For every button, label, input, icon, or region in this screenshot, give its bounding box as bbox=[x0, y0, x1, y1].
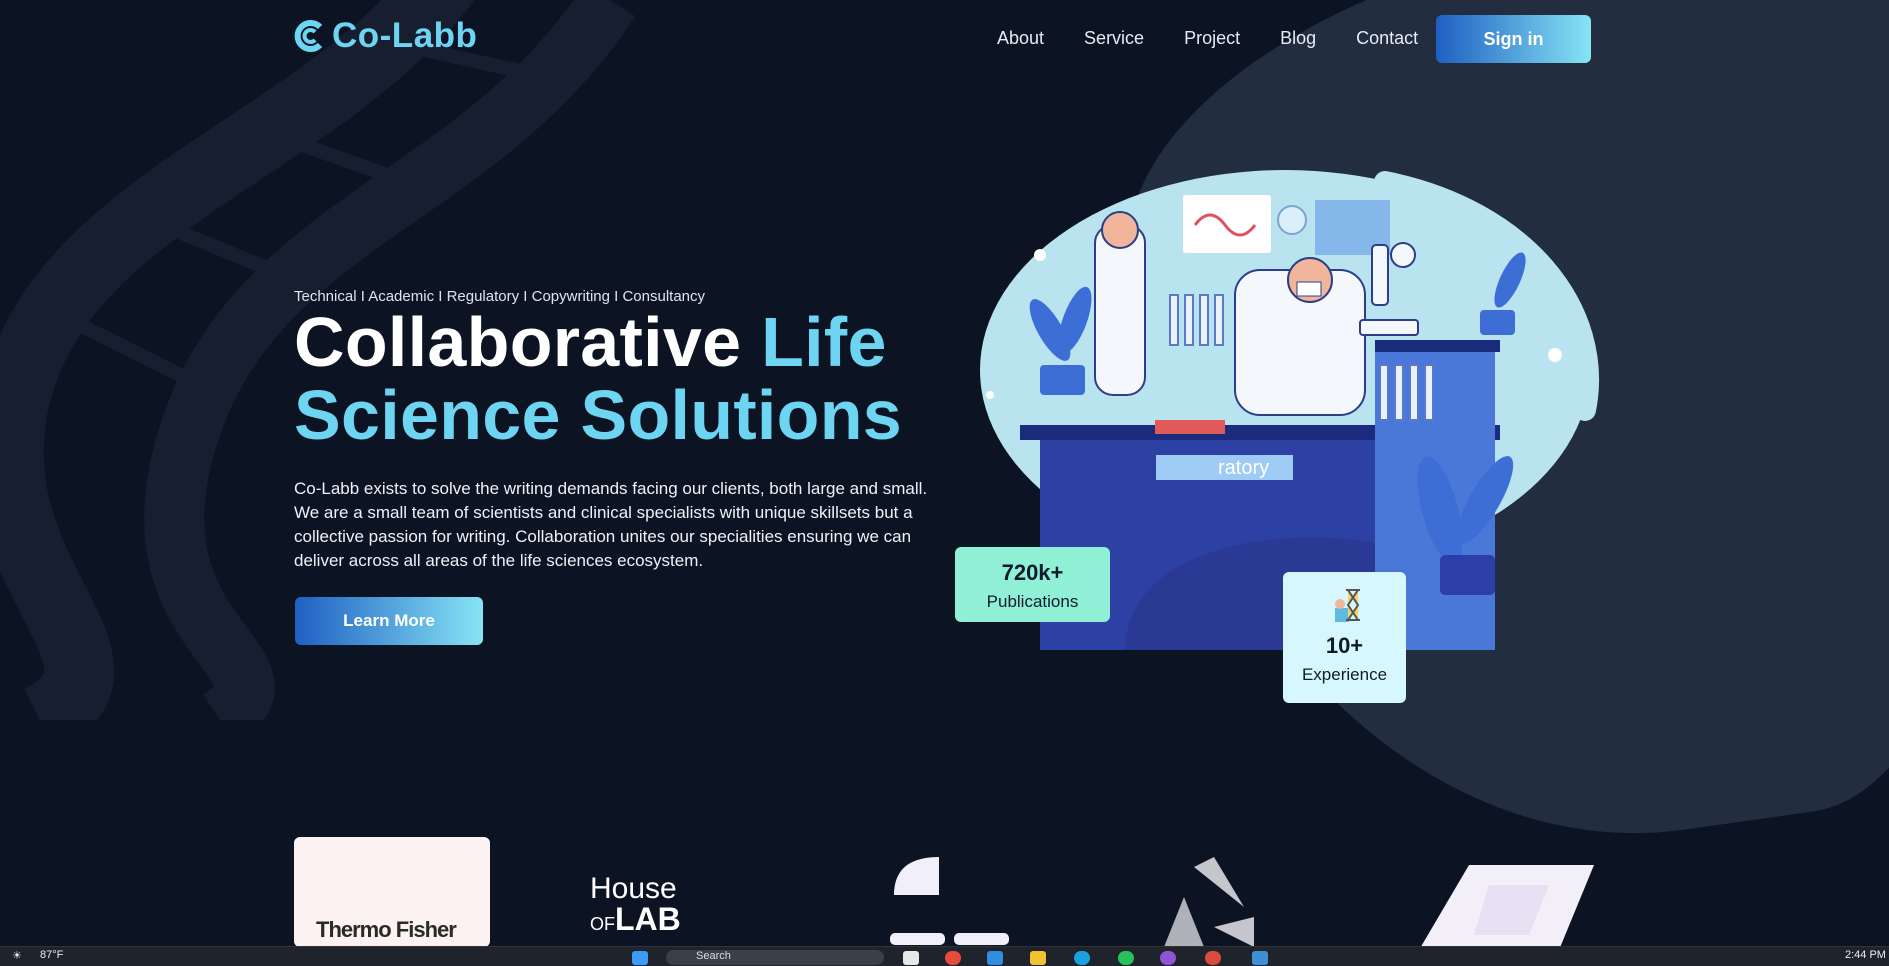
hero-headline: Collaborative Life Science Solutions bbox=[294, 306, 902, 452]
stat-experience-value: 10+ bbox=[1325, 633, 1364, 658]
brand-logo[interactable]: Co-Labb bbox=[294, 16, 477, 56]
nav-contact[interactable]: Contact bbox=[1356, 28, 1418, 49]
brand-name: Co-Labb bbox=[332, 16, 478, 55]
top-navigation: Co-Labb About Service Project Blog Conta… bbox=[0, 0, 1889, 80]
hourglass-icon bbox=[1334, 589, 1360, 622]
file-icon[interactable] bbox=[903, 951, 919, 965]
stat-publications: 720k+ Publications bbox=[955, 547, 1110, 622]
learn-more-button[interactable]: Learn More bbox=[295, 597, 483, 645]
nav-links: About Service Project Blog Contact bbox=[997, 28, 1418, 49]
weather-temp: 87°F bbox=[40, 949, 64, 961]
weather-icon: ☀ bbox=[12, 950, 22, 962]
lab-sign-text: ratory bbox=[1218, 457, 1269, 479]
thermo-fisher-logo: Thermo Fisher bbox=[294, 837, 490, 947]
house-of-lab-lab: LAB bbox=[615, 901, 681, 937]
headline-cyan-2: Science Solutions bbox=[294, 376, 903, 454]
stat-experience: 10+ Experience bbox=[1283, 572, 1406, 703]
windows-taskbar: ☀ 87°F Search 2:44 PM bbox=[0, 946, 1889, 966]
folder-icon[interactable] bbox=[1030, 951, 1046, 965]
partner-logo-shapes bbox=[890, 857, 1009, 945]
whatsapp-icon[interactable] bbox=[1118, 951, 1134, 965]
app-icon[interactable] bbox=[1160, 951, 1176, 965]
house-of-lab-logo: House OFLAB bbox=[590, 874, 681, 939]
chrome-icon[interactable] bbox=[945, 951, 961, 965]
house-of-lab-line1: House bbox=[590, 872, 677, 905]
stat-experience-label: Experience bbox=[1301, 665, 1388, 684]
headline-cyan-1: Life bbox=[761, 303, 887, 381]
browser-icon[interactable] bbox=[1205, 951, 1221, 965]
taskbar-search[interactable]: Search bbox=[666, 950, 884, 965]
thermo-fisher-text: Thermo Fisher bbox=[316, 917, 457, 942]
partner-logos: Thermo Fisher House OFLAB bbox=[294, 830, 1594, 950]
windows-start-icon[interactable] bbox=[632, 951, 648, 965]
logo-icon bbox=[294, 20, 323, 52]
vscode-icon[interactable] bbox=[987, 951, 1003, 965]
sign-in-button[interactable]: Sign in bbox=[1436, 15, 1591, 63]
partner-logo-triangle bbox=[1164, 857, 1254, 947]
nav-service[interactable]: Service bbox=[1084, 28, 1144, 49]
house-of-lab-of: OF bbox=[590, 914, 615, 934]
headline-white: Collaborative bbox=[294, 303, 762, 381]
partner-logo-parallelogram bbox=[1419, 865, 1594, 950]
skype-icon[interactable] bbox=[1074, 951, 1090, 965]
hero-description: Co-Labb exists to solve the writing dema… bbox=[294, 479, 928, 570]
calendar-icon[interactable] bbox=[1252, 951, 1268, 965]
nav-about[interactable]: About bbox=[997, 28, 1044, 49]
stat-publications-value: 720k+ bbox=[1001, 560, 1064, 585]
stat-publications-label: Publications bbox=[986, 592, 1079, 611]
nav-project[interactable]: Project bbox=[1184, 28, 1240, 49]
clock-time: 2:44 PM bbox=[1845, 949, 1886, 961]
taskbar-search-placeholder: Search bbox=[696, 950, 731, 962]
nav-blog[interactable]: Blog bbox=[1280, 28, 1316, 49]
